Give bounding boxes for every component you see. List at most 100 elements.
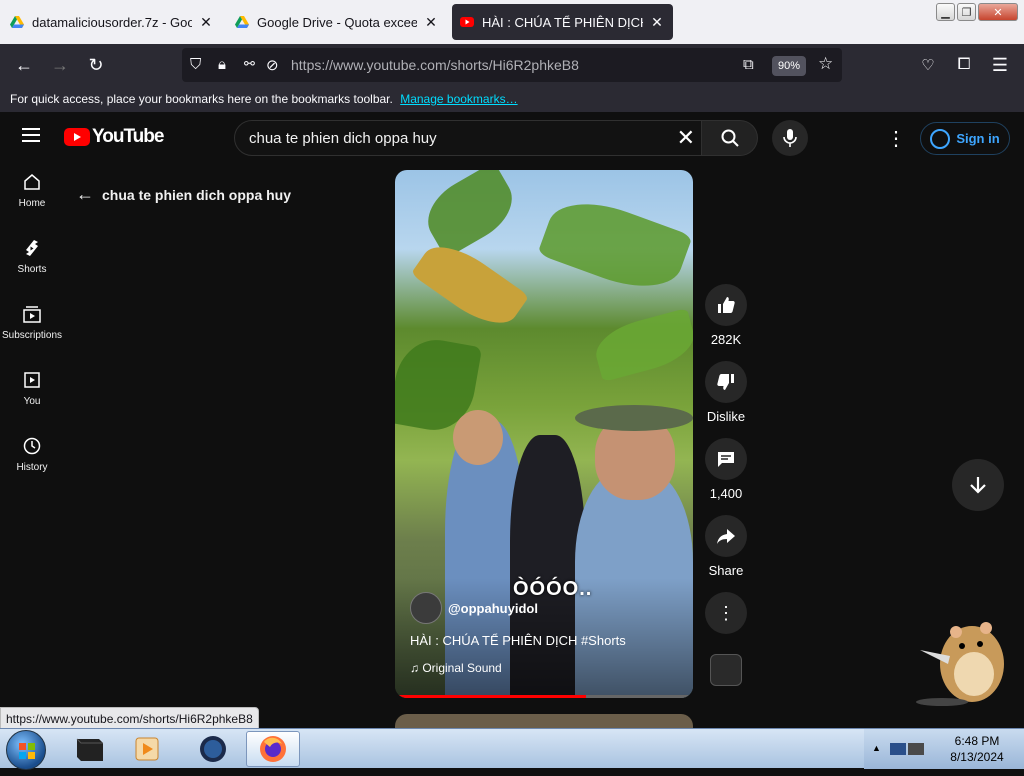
- sidebar-item-label: History: [16, 462, 48, 473]
- zoom-level[interactable]: 90%: [772, 56, 806, 76]
- sign-in-button[interactable]: Sign in: [920, 122, 1010, 155]
- bookmark-star-icon[interactable]: ☆: [818, 54, 833, 74]
- clear-search-icon[interactable]: ✕: [677, 125, 695, 151]
- search-button[interactable]: [702, 120, 758, 156]
- comment-count: 1,400: [709, 486, 743, 501]
- maximize-icon[interactable]: ❐: [957, 3, 976, 21]
- short-video-player[interactable]: ÒÓÓO.. @oppahuyidol HÀI : CHÚA TỂ PHIÊN …: [395, 170, 693, 698]
- search-input[interactable]: chua te phien dich oppa huy: [249, 130, 437, 147]
- sidebar-item-home[interactable]: Home: [0, 172, 64, 238]
- channel-avatar[interactable]: [410, 592, 442, 624]
- menu-icon[interactable]: ☰: [988, 53, 1012, 77]
- minimize-icon[interactable]: ▁: [936, 3, 955, 21]
- tracking-icon[interactable]: ⊘: [266, 56, 279, 74]
- tab-google-drive-file[interactable]: datamaliciousorder.7z - Google ✕: [2, 4, 222, 40]
- like-button[interactable]: [705, 284, 747, 326]
- permissions-icon[interactable]: ⚯: [244, 56, 255, 72]
- forward-icon[interactable]: →: [48, 53, 72, 77]
- lock-icon[interactable]: 🔒︎: [218, 56, 226, 73]
- dislike-action[interactable]: Dislike: [704, 361, 748, 424]
- picture-in-picture-icon[interactable]: ⧉: [743, 56, 754, 73]
- taskbar-app-firefox[interactable]: [246, 731, 300, 767]
- settings-menu-icon[interactable]: ⋮: [886, 126, 906, 151]
- pocket-icon[interactable]: ♡: [916, 53, 940, 77]
- logo-text: YouTube: [92, 126, 164, 147]
- hamster-desktop-pet[interactable]: [912, 602, 1012, 706]
- network-icon[interactable]: [888, 739, 928, 761]
- google-drive-icon: [10, 16, 24, 28]
- youtube-logo[interactable]: YouTube: [64, 126, 164, 148]
- system-tray: ▲ 6:48 PM 8/13/2024: [864, 729, 1024, 769]
- search-back-link[interactable]: ← chua te phien dich oppa huy: [76, 184, 291, 205]
- share-button[interactable]: [705, 515, 747, 557]
- progress-bar[interactable]: [395, 695, 693, 698]
- comment-icon: [718, 452, 734, 467]
- address-bar[interactable]: ⛉ 🔒︎ ⚯ ⊘ https://www.youtube.com/shorts/…: [182, 48, 842, 82]
- music-note-icon: ♫: [410, 661, 423, 675]
- extensions-icon[interactable]: ⧠: [952, 53, 976, 77]
- history-icon: [23, 437, 41, 455]
- windows-logo-icon: [19, 743, 35, 759]
- next-short-button[interactable]: [952, 459, 1004, 511]
- search-box[interactable]: chua te phien dich oppa huy ✕: [234, 120, 702, 156]
- sidebar-item-you[interactable]: You: [0, 370, 64, 436]
- start-button[interactable]: [6, 730, 46, 770]
- sound-link[interactable]: ♫ Original Sound: [410, 661, 502, 675]
- comments-action[interactable]: 1,400: [704, 438, 748, 501]
- video-frame-leaf: [416, 170, 524, 259]
- dislike-button[interactable]: [705, 361, 747, 403]
- guide-menu-icon[interactable]: [22, 128, 40, 142]
- video-frame-leaf: [537, 188, 693, 302]
- dislike-label: Dislike: [706, 409, 746, 424]
- shield-icon[interactable]: ⛉: [190, 56, 201, 73]
- sidebar-item-label: Subscriptions: [1, 330, 63, 341]
- sidebar-item-history[interactable]: History: [0, 436, 64, 502]
- back-arrow-icon: ←: [76, 184, 94, 204]
- back-icon[interactable]: ←: [12, 53, 36, 77]
- taskbar-app-media-player[interactable]: [120, 731, 174, 767]
- tab-youtube-short[interactable]: HÀI : CHÚA TỂ PHIÊN DỊCH #Sh ✕: [452, 4, 673, 40]
- shorts-icon: [26, 240, 38, 256]
- voice-search-button[interactable]: [772, 120, 808, 156]
- close-tab-icon[interactable]: ✕: [649, 14, 665, 31]
- sidebar-item-subscriptions[interactable]: Subscriptions: [0, 304, 64, 370]
- close-tab-icon[interactable]: ✕: [198, 14, 214, 31]
- mini-guide: Home Shorts Subscriptions You History: [0, 172, 64, 502]
- url-text[interactable]: https://www.youtube.com/shorts/Hi6R2phke…: [291, 57, 579, 73]
- comments-button[interactable]: [705, 438, 747, 480]
- sidebar-item-label: You: [23, 396, 41, 407]
- account-icon: [930, 128, 951, 149]
- reload-icon[interactable]: ↻: [84, 53, 108, 77]
- thumbs-up-icon: [718, 297, 735, 313]
- taskbar: ▲ 6:48 PM 8/13/2024: [0, 728, 1024, 770]
- thumbs-down-icon: [717, 374, 734, 390]
- sound-thumbnail[interactable]: [710, 654, 742, 686]
- status-url: https://www.youtube.com/shorts/Hi6R2phke…: [0, 707, 259, 729]
- short-title[interactable]: HÀI : CHÚA TỂ PHIÊN DỊCH #Shorts: [410, 633, 626, 648]
- share-action[interactable]: Share: [704, 515, 748, 578]
- progress-fill: [395, 695, 586, 698]
- show-hidden-icons[interactable]: ▲: [872, 743, 881, 753]
- arrow-down-icon: [970, 477, 986, 494]
- tab-google-drive-quota[interactable]: Google Drive - Quota exceeded ✕: [227, 4, 447, 40]
- share-label: Share: [708, 563, 744, 578]
- channel-link[interactable]: @oppahuyidol: [410, 592, 538, 624]
- media-player-icon: [135, 737, 159, 761]
- close-window-icon[interactable]: ✕: [978, 3, 1018, 21]
- video-frame-face: [453, 410, 503, 465]
- taskbar-app-terminal[interactable]: [62, 731, 116, 767]
- globe-icon: [200, 736, 226, 762]
- channel-name[interactable]: @oppahuyidol: [448, 601, 538, 616]
- subscriptions-icon: [23, 306, 41, 323]
- manage-bookmarks-link[interactable]: Manage bookmarks…: [400, 92, 517, 106]
- like-action[interactable]: 282K: [704, 284, 748, 347]
- next-short-preview[interactable]: [395, 714, 693, 728]
- close-tab-icon[interactable]: ✕: [423, 14, 439, 31]
- more-action[interactable]: ⋮: [704, 592, 748, 634]
- video-frame-leaf: [590, 307, 693, 383]
- sidebar-item-shorts[interactable]: Shorts: [0, 238, 64, 304]
- more-options-icon[interactable]: ⋮: [705, 592, 747, 634]
- taskbar-app-globe[interactable]: [186, 731, 240, 767]
- clock[interactable]: 6:48 PM 8/13/2024: [942, 733, 1012, 765]
- navigation-toolbar: ← → ↻ ⛉ 🔒︎ ⚯ ⊘ https://www.youtube.com/s…: [0, 44, 1024, 86]
